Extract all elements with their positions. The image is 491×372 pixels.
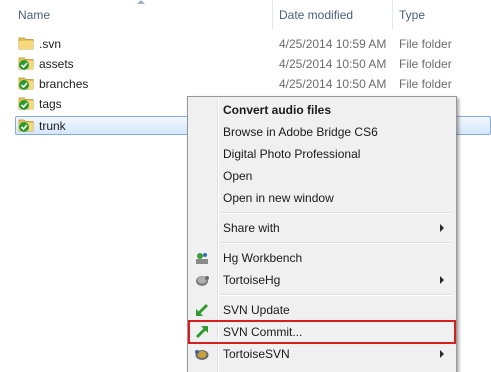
menu-item-open[interactable]: Open [190, 165, 454, 187]
column-header-bar: Name Date modified Type [0, 0, 491, 30]
file-type: File folder [399, 77, 452, 91]
file-type: File folder [399, 37, 452, 51]
submenu-arrow-icon [440, 224, 444, 232]
file-row[interactable]: .svn 4/25/2014 10:59 AM File folder [0, 34, 491, 54]
menu-item-convert-audio-files[interactable]: Convert audio files [190, 99, 454, 121]
column-header-date-modified[interactable]: Date modified [279, 7, 353, 23]
explorer-window: Name Date modified Type .svn 4/25/2014 1… [0, 0, 491, 372]
menu-item-hg-workbench[interactable]: Hg Workbench [190, 247, 454, 269]
svn-update-icon [196, 303, 209, 316]
menu-item-label: Hg Workbench [223, 251, 303, 265]
menu-item-label: Digital Photo Professional [223, 147, 361, 161]
file-type: File folder [399, 57, 452, 71]
column-divider[interactable] [392, 0, 393, 30]
file-name: .svn [39, 37, 62, 51]
sort-indicator-icon [137, 0, 145, 4]
svn-folder-icon [18, 57, 34, 70]
menu-item-tortoisesvn[interactable]: TortoiseSVN [190, 343, 454, 365]
menu-item-digital-photo-professional[interactable]: Digital Photo Professional [190, 143, 454, 165]
menu-item-share-with[interactable]: Share with [190, 217, 454, 239]
file-name: tags [39, 97, 62, 111]
svn-folder-icon [18, 77, 34, 90]
hg-workbench-icon [196, 253, 208, 264]
menu-item-label: Open in new window [223, 191, 334, 205]
column-divider[interactable] [272, 0, 273, 30]
file-date: 4/25/2014 10:50 AM [279, 77, 387, 91]
file-date: 4/25/2014 10:50 AM [279, 57, 387, 71]
menu-item-label: Convert audio files [223, 103, 332, 117]
submenu-arrow-icon [440, 350, 444, 358]
menu-item-tortoisehg[interactable]: TortoiseHg [190, 269, 454, 291]
svn-folder-icon [18, 97, 34, 110]
menu-item-label: Browse in Adobe Bridge CS6 [223, 125, 378, 139]
column-header-name[interactable]: Name [18, 7, 50, 23]
menu-item-open-in-new-window[interactable]: Open in new window [190, 187, 454, 209]
file-row[interactable]: assets 4/25/2014 10:50 AM File folder [0, 54, 491, 74]
menu-item-label: Open [223, 169, 253, 183]
file-row[interactable]: branches 4/25/2014 10:50 AM File folder [0, 74, 491, 94]
tortoisesvn-icon [195, 350, 209, 360]
column-header-type[interactable]: Type [399, 7, 425, 23]
submenu-arrow-icon [440, 276, 444, 284]
menu-separator [219, 294, 453, 296]
menu-item-label: TortoiseHg [223, 273, 281, 287]
menu-item-label: Share with [223, 221, 280, 235]
menu-separator [219, 242, 453, 244]
file-date: 4/25/2014 10:59 AM [279, 37, 387, 51]
file-name: assets [39, 57, 74, 71]
menu-item-label: SVN Update [223, 303, 290, 317]
menu-item-svn-update[interactable]: SVN Update [190, 299, 454, 321]
menu-item-browse-in-adobe-bridge[interactable]: Browse in Adobe Bridge CS6 [190, 121, 454, 143]
file-name: branches [39, 77, 89, 91]
tortoisehg-icon [196, 276, 209, 286]
menu-item-label: TortoiseSVN [223, 347, 290, 361]
file-name: trunk [39, 119, 66, 133]
annotation-highlight-box [188, 320, 456, 344]
folder-icon [18, 37, 34, 50]
menu-separator [219, 212, 453, 214]
svn-folder-icon [18, 119, 34, 132]
